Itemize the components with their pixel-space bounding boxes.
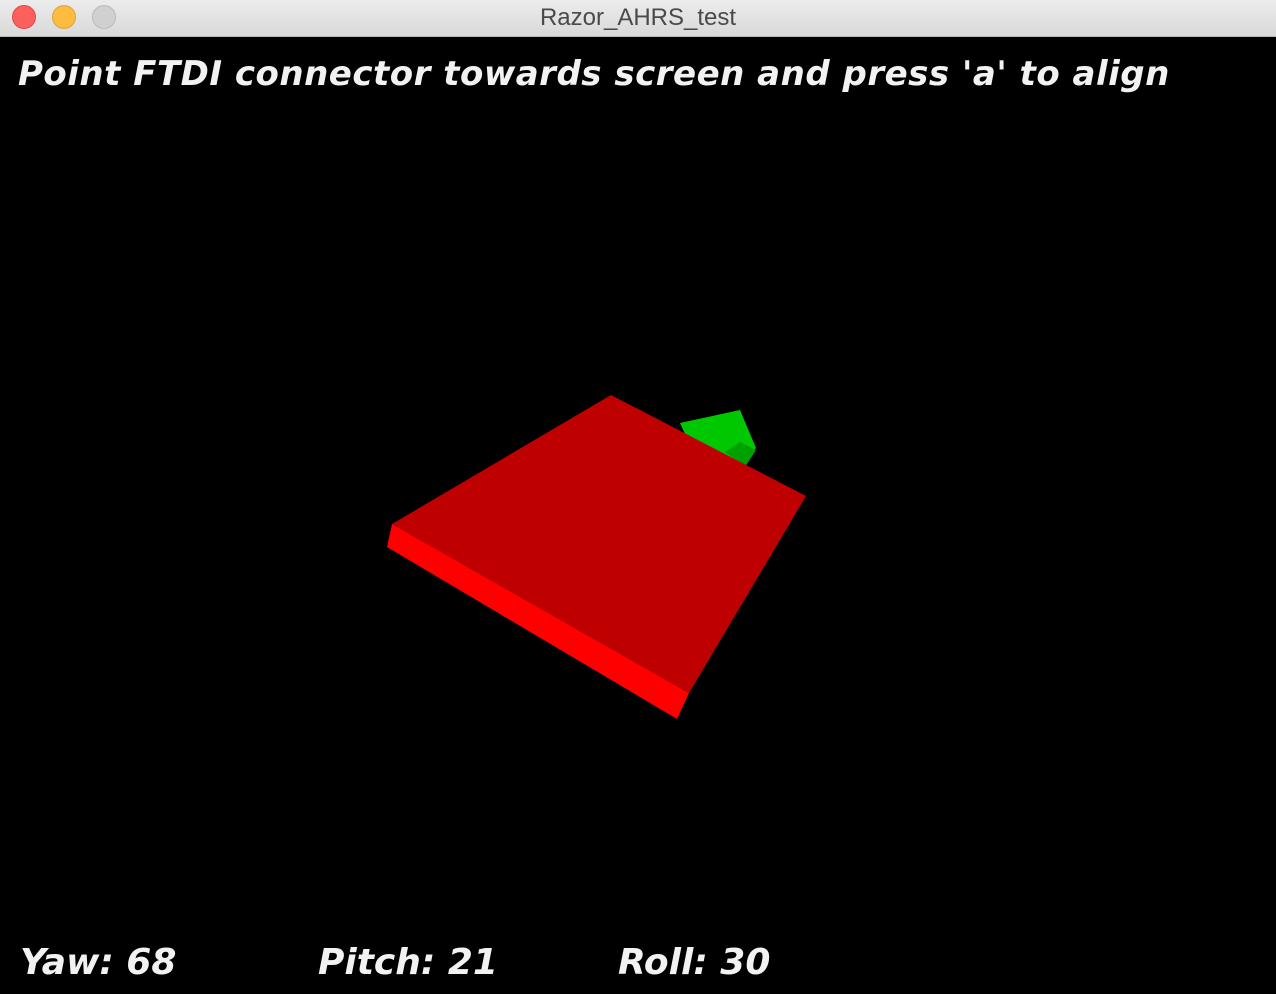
yaw-readout: Yaw: 68 [20, 942, 177, 983]
title-bar[interactable]: Razor_AHRS_test [0, 0, 1276, 37]
window-title: Razor_AHRS_test [539, 4, 737, 31]
render-canvas[interactable]: Point FTDI connector towards screen and … [0, 37, 1276, 994]
orientation-scene [387, 395, 806, 719]
app-window: Razor_AHRS_test Point FTDI connector tow… [0, 0, 1276, 994]
roll-readout: Roll: 30 [618, 942, 771, 983]
pitch-readout: Pitch: 21 [318, 942, 498, 983]
